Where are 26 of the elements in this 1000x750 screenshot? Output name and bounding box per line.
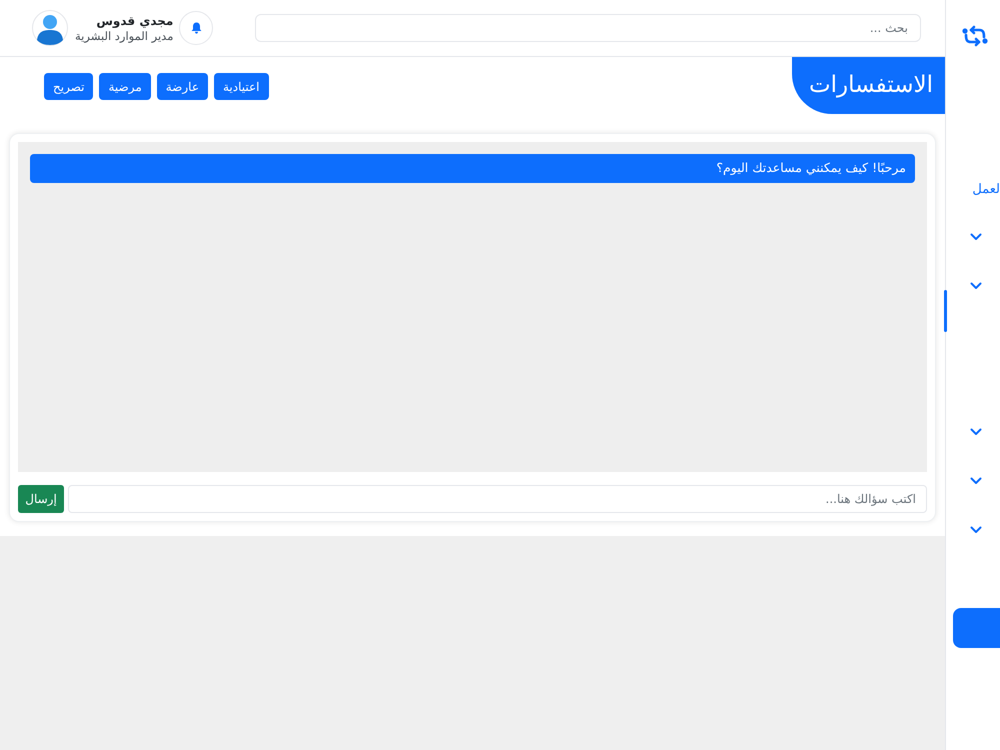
chevron-down-icon <box>970 428 982 436</box>
page-title: الاستفسارات <box>792 57 945 114</box>
category-button[interactable]: مرضية <box>99 73 151 100</box>
avatar-icon[interactable] <box>32 10 68 46</box>
sidebar-group-toggle[interactable] <box>970 427 982 437</box>
sidebar-group-toggle[interactable] <box>970 281 982 291</box>
chevron-down-icon <box>970 282 982 290</box>
user-name: مجدي قدوس <box>96 14 174 29</box>
sidebar-group-toggle[interactable] <box>970 525 982 535</box>
search-field[interactable]: بحث ... <box>255 14 921 42</box>
category-button[interactable]: عارضة <box>156 73 208 100</box>
sidebar-group-toggle[interactable] <box>970 476 982 486</box>
category-button[interactable]: تصريح <box>44 73 94 100</box>
swap-arrows-icon[interactable] <box>962 24 988 48</box>
notification-button[interactable] <box>179 11 214 45</box>
category-button[interactable]: اعتيادية <box>214 73 268 100</box>
chevron-down-icon <box>970 477 982 485</box>
chevron-down-icon <box>970 233 982 241</box>
sidebar-link[interactable]: لعمل <box>972 180 1000 200</box>
message-input[interactable]: اكتب سؤالك هنا... <box>68 485 927 513</box>
chevron-down-icon <box>970 526 982 534</box>
send-button[interactable]: إرسال <box>18 485 64 513</box>
sidebar-group-toggle[interactable] <box>970 232 982 242</box>
user-role: مدير الموارد البشرية <box>75 28 174 44</box>
bell-icon <box>190 22 202 34</box>
chat-message: مرحبًا! كيف يمكنني مساعدتك اليوم؟ <box>30 154 915 183</box>
